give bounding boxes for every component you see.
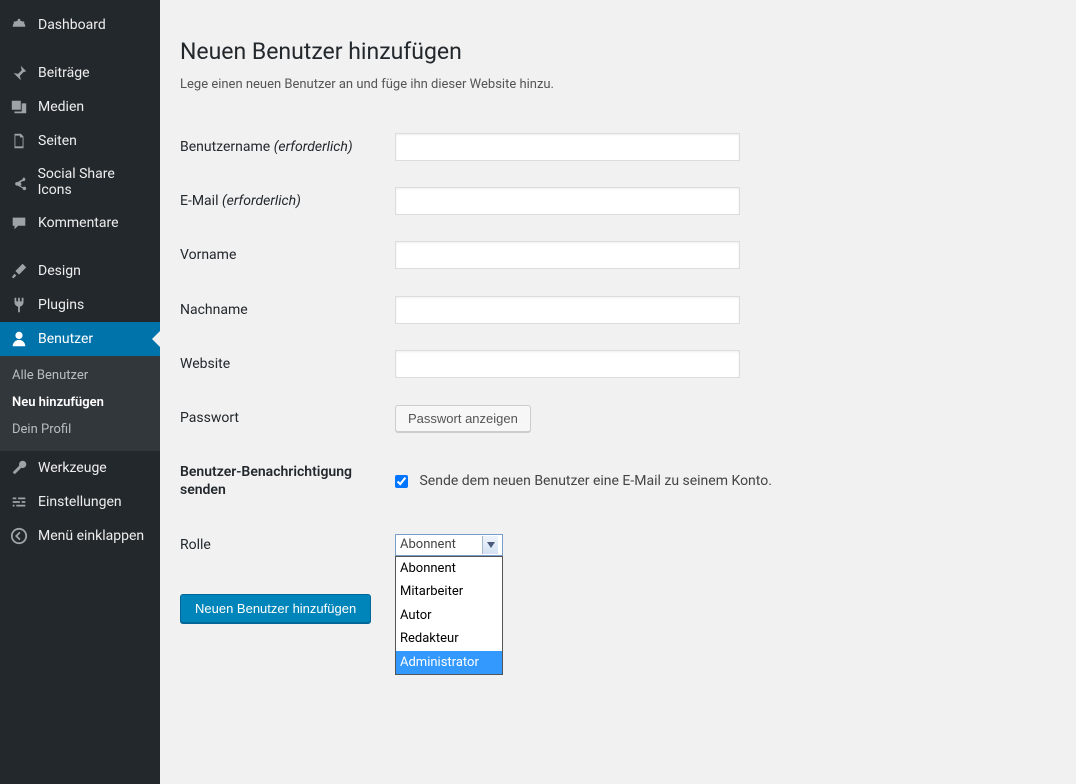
email-required: (erforderlich) [222, 193, 301, 209]
sidebar-item-collapse[interactable]: Menü einklappen [0, 519, 160, 553]
collapse-icon [10, 527, 30, 545]
chevron-down-icon [482, 536, 498, 554]
wrench-icon [10, 459, 30, 477]
username-required: (erforderlich) [274, 139, 353, 155]
sidebar-item-label: Dashboard [38, 17, 106, 33]
sidebar-item-settings[interactable]: Einstellungen [0, 485, 160, 519]
sidebar-item-appearance[interactable]: Design [0, 254, 160, 288]
sidebar-item-users[interactable]: Benutzer [0, 322, 160, 356]
notify-checkbox-text: Sende dem neuen Benutzer eine E-Mail zu … [419, 473, 771, 489]
website-label: Website [180, 356, 230, 372]
lastname-label: Nachname [180, 302, 248, 318]
firstname-input[interactable] [395, 241, 740, 269]
media-icon [10, 98, 30, 116]
lastname-input[interactable] [395, 296, 740, 324]
sidebar-item-dashboard[interactable]: Dashboard [0, 8, 160, 42]
role-label: Rolle [180, 537, 211, 553]
page-intro: Lege einen neuen Benutzer an und füge ih… [180, 77, 1056, 92]
sidebar-item-label: Medien [38, 99, 84, 115]
sidebar-item-label: Werkzeuge [38, 460, 107, 476]
sidebar-item-media[interactable]: Medien [0, 90, 160, 124]
sidebar-item-label: Plugins [38, 297, 84, 313]
share-icon [10, 173, 30, 191]
sidebar-item-label: Kommentare [38, 215, 119, 231]
sidebar-item-label: Beiträge [38, 65, 90, 81]
sidebar-item-label: Design [38, 263, 81, 279]
sidebar-item-tools[interactable]: Werkzeuge [0, 451, 160, 485]
sidebar-item-label: Seiten [38, 133, 77, 149]
role-option-mitarbeiter[interactable]: Mitarbeiter [396, 580, 502, 604]
username-input[interactable] [395, 133, 740, 161]
sidebar-item-label: Einstellungen [38, 494, 122, 510]
plug-icon [10, 296, 30, 314]
role-option-redakteur[interactable]: Redakteur [396, 627, 502, 651]
dashboard-icon [10, 16, 30, 34]
submenu-item-add-new[interactable]: Neu hinzufügen [0, 389, 160, 416]
role-option-administrator[interactable]: Administrator [396, 651, 502, 675]
firstname-label: Vorname [180, 247, 236, 263]
submenu-item-profile[interactable]: Dein Profil [0, 416, 160, 443]
main-content: Neuen Benutzer hinzufügen Lege einen neu… [160, 0, 1076, 784]
password-label: Passwort [180, 410, 239, 426]
sidebar-item-label: Social Share Icons [38, 166, 150, 198]
page-title: Neuen Benutzer hinzufügen [180, 38, 1056, 65]
sidebar-item-posts[interactable]: Beiträge [0, 56, 160, 90]
role-option-autor[interactable]: Autor [396, 604, 502, 628]
role-selected-value: Abonnent [400, 537, 456, 552]
email-input[interactable] [395, 187, 740, 215]
brush-icon [10, 262, 30, 280]
sidebar-item-social-share[interactable]: Social Share Icons [0, 158, 160, 206]
sliders-icon [10, 493, 30, 511]
role-option-abonnent[interactable]: Abonnent [396, 557, 502, 581]
email-label: E-Mail [180, 193, 218, 209]
notify-checkbox[interactable] [395, 475, 408, 488]
submenu-item-all-users[interactable]: Alle Benutzer [0, 362, 160, 389]
page-icon [10, 132, 30, 150]
notify-checkbox-label[interactable]: Sende dem neuen Benutzer eine E-Mail zu … [395, 473, 772, 489]
sidebar-item-label: Benutzer [38, 331, 93, 347]
user-icon [10, 330, 30, 348]
notify-label: Benutzer-Benachrichtigung senden [180, 464, 352, 498]
sidebar-item-label: Menü einklappen [38, 528, 144, 544]
show-password-button[interactable]: Passwort anzeigen [395, 405, 531, 432]
sidebar-submenu-users: Alle Benutzer Neu hinzufügen Dein Profil [0, 356, 160, 451]
role-dropdown: Abonnent Mitarbeiter Autor Redakteur Adm… [395, 556, 503, 676]
comment-icon [10, 214, 30, 232]
submit-button[interactable]: Neuen Benutzer hinzufügen [180, 594, 371, 623]
pin-icon [10, 64, 30, 82]
admin-sidebar: Dashboard Beiträge Medien Seiten S [0, 0, 160, 784]
sidebar-item-plugins[interactable]: Plugins [0, 288, 160, 322]
user-form-table: Benutzername (erforderlich) E-Mail (erfo… [180, 120, 782, 641]
username-label: Benutzername [180, 139, 270, 155]
website-input[interactable] [395, 350, 740, 378]
sidebar-item-comments[interactable]: Kommentare [0, 206, 160, 240]
sidebar-item-pages[interactable]: Seiten [0, 124, 160, 158]
role-select[interactable]: Abonnent [395, 534, 503, 556]
